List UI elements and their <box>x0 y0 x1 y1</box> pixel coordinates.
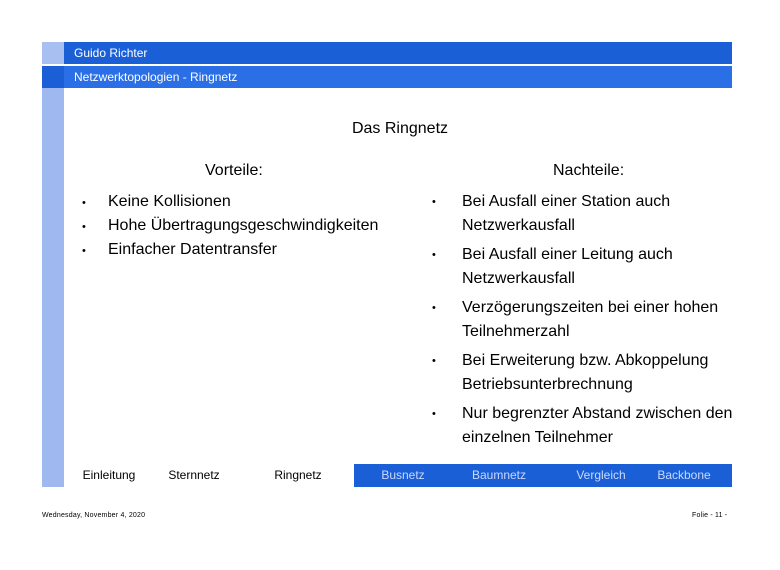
subheader-left-chip <box>42 66 64 88</box>
list-item-text: Bei Erweiterung bzw. Abkoppelung Betrieb… <box>462 352 709 393</box>
bullet-icon: • <box>432 249 436 261</box>
slide-navigation-bar: Einleitung Sternnetz Ringnetz Busnetz Ba… <box>64 464 732 487</box>
list-item-text: Hohe Übertragungsgeschwindigkeiten <box>108 217 379 234</box>
slide-subtitle: Netzwerktopologien - Ringnetz <box>74 70 238 84</box>
nav-item-baumnetz[interactable]: Baumnetz <box>456 464 542 487</box>
list-item-text: Einfacher Datentransfer <box>108 241 277 258</box>
slide-title: Das Ringnetz <box>351 120 449 137</box>
advantages-list: • Keine Kollisionen • Hohe Übertragungsges… <box>82 190 379 262</box>
list-item-text: Verzögerungszeiten bei einer hohen Teiln… <box>462 299 719 340</box>
list-item-text: Bei Ausfall einer Station auch Netzwerka… <box>462 193 671 234</box>
nav-item-backbone[interactable]: Backbone <box>642 464 726 487</box>
nav-item-vergleich[interactable]: Vergleich <box>558 464 644 487</box>
bullet-icon: • <box>432 302 436 314</box>
bullet-icon: • <box>82 221 86 233</box>
nav-item-busnetz[interactable]: Busnetz <box>364 464 442 487</box>
bullet-icon: • <box>82 197 86 209</box>
disadvantages-heading: Nachteile: <box>553 162 625 179</box>
header-left-chip <box>42 42 64 64</box>
left-decorative-stripe <box>42 42 64 487</box>
list-item-text: Bei Ausfall einer Leitung auch Netzwerka… <box>462 246 673 287</box>
list-item: • Bei Erweiterung bzw. Abkoppelung Betrie… <box>432 349 772 397</box>
disadvantages-list: • Bei Ausfall einer Station auch Netzwerk… <box>432 190 772 455</box>
bullet-icon: • <box>432 408 436 420</box>
header-subtitle-bar: Netzwerktopologien - Ringnetz <box>64 66 732 88</box>
footer-slide-number: Folie - 11 - <box>692 512 728 519</box>
header-author-bar: Guido Richter <box>64 42 732 64</box>
list-item-text: Nur begrenzter Abstand zwischen den einz… <box>462 405 733 446</box>
nav-item-sternnetz[interactable]: Sternnetz <box>152 464 236 487</box>
author-name: Guido Richter <box>74 46 148 60</box>
list-item-text: Keine Kollisionen <box>108 193 231 210</box>
list-item: • Einfacher Datentransfer <box>82 238 378 262</box>
list-item: • Nur begrenzter Abstand zwischen den ein… <box>432 402 772 450</box>
nav-item-ringnetz[interactable]: Ringnetz <box>254 464 342 487</box>
bullet-icon: • <box>432 355 436 367</box>
list-item: • Verzögerungszeiten bei einer hohen Teil… <box>432 296 772 344</box>
bullet-icon: • <box>432 196 436 208</box>
list-item: • Bei Ausfall einer Station auch Netzwerk… <box>432 190 772 238</box>
advantages-heading: Vorteile: <box>205 162 263 179</box>
list-item: • Keine Kollisionen <box>82 190 378 214</box>
bullet-icon: • <box>82 245 86 257</box>
nav-item-einleitung[interactable]: Einleitung <box>64 464 154 487</box>
footer-date: Wednesday, November 4, 2020 <box>42 512 146 519</box>
list-item: • Bei Ausfall einer Leitung auch Netzwerk… <box>432 243 772 291</box>
list-item: • Hohe Übertragungsgeschwindigkeiten <box>82 214 379 238</box>
